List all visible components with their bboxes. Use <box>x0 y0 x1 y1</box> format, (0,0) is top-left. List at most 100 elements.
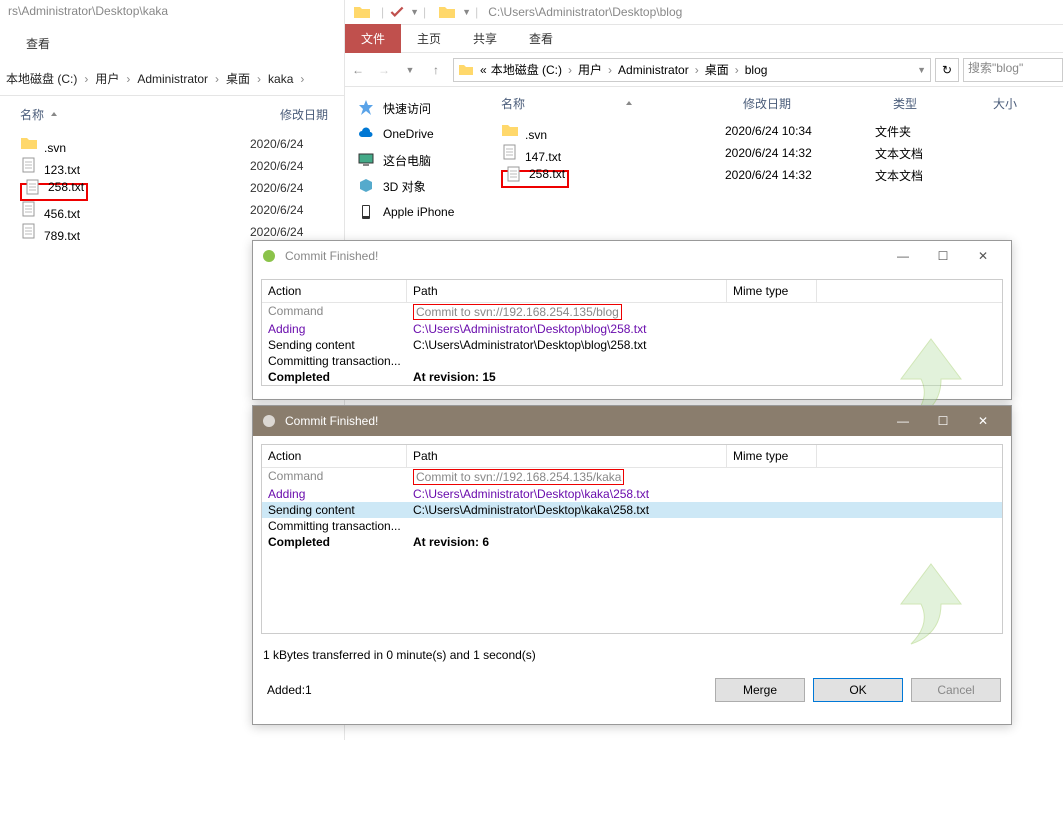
commit-dialog-blog: Commit Finished! — ☐ ✕ Action Path Mime … <box>252 240 1012 400</box>
crumb[interactable]: kaka <box>268 72 293 86</box>
col-action[interactable]: Action <box>262 280 407 302</box>
file-row[interactable]: .svn2020/6/24 10:34文件夹 <box>493 120 1063 142</box>
maximize-button[interactable]: ☐ <box>923 243 963 269</box>
log-row[interactable]: AddingC:\Users\Administrator\Desktop\kak… <box>262 486 1002 502</box>
log-row[interactable]: Committing transaction... <box>262 518 1002 534</box>
address-bar[interactable]: « 本地磁盘 (C:)› 用户› Administrator› 桌面› blog… <box>453 58 931 82</box>
log-row[interactable]: CommandCommit to svn://192.168.254.135/b… <box>262 303 1002 321</box>
crumb[interactable]: Administrator <box>137 72 208 86</box>
document-icon <box>501 143 519 161</box>
crumb[interactable]: 桌面 <box>226 70 250 87</box>
log-action: Completed <box>262 534 407 550</box>
tab-file[interactable]: 文件 <box>345 24 401 53</box>
file-row[interactable]: 147.txt2020/6/24 14:32文本文档 <box>493 142 1063 164</box>
forward-button[interactable]: → <box>371 57 397 83</box>
col-action[interactable]: Action <box>262 445 407 467</box>
dialog-title-bar[interactable]: Commit Finished! — ☐ ✕ <box>253 406 1011 436</box>
minimize-button[interactable]: — <box>883 243 923 269</box>
dropdown-icon[interactable]: ▼ <box>917 65 926 75</box>
document-icon <box>20 156 38 174</box>
dropdown-icon[interactable]: ▼ <box>462 7 471 17</box>
maximize-button[interactable]: ☐ <box>923 408 963 434</box>
col-name[interactable]: 名称 <box>20 106 280 123</box>
folder-icon <box>20 134 38 152</box>
log-action: Adding <box>262 321 407 337</box>
col-mime[interactable]: Mime type <box>727 445 817 467</box>
log-row[interactable]: Sending contentC:\Users\Administrator\De… <box>262 502 1002 518</box>
col-size[interactable]: 大小 <box>993 95 1043 112</box>
button-row: Added:1 Merge OK Cancel <box>253 668 1011 712</box>
minimize-button[interactable]: — <box>883 408 923 434</box>
col-path[interactable]: Path <box>407 280 727 302</box>
sidebar-item[interactable]: Apple iPhone <box>349 199 489 225</box>
cloud-icon <box>357 125 375 143</box>
sidebar-label: Apple iPhone <box>383 205 454 219</box>
crumb[interactable]: 本地磁盘 (C:) <box>6 70 77 87</box>
breadcrumb[interactable]: 本地磁盘 (C:)› 用户› Administrator› 桌面› kaka› <box>0 62 344 96</box>
document-icon <box>20 222 38 240</box>
close-button[interactable]: ✕ <box>963 243 1003 269</box>
view-menu[interactable]: 查看 <box>0 25 344 62</box>
commit-dialog-kaka: Commit Finished! — ☐ ✕ Action Path Mime … <box>252 405 1012 725</box>
star-icon <box>357 99 375 117</box>
back-button[interactable]: ← <box>345 57 371 83</box>
file-row[interactable]: 123.txt2020/6/24 <box>20 155 324 177</box>
col-mime[interactable]: Mime type <box>727 280 817 302</box>
file-date: 2020/6/24 <box>250 203 303 217</box>
close-button[interactable]: ✕ <box>963 408 1003 434</box>
up-button[interactable]: ↑ <box>423 57 449 83</box>
col-date[interactable]: 修改日期 <box>743 95 893 112</box>
sort-up-icon <box>50 111 58 119</box>
ok-button[interactable]: OK <box>813 678 903 702</box>
col-type[interactable]: 类型 <box>893 95 993 112</box>
folder-icon <box>438 3 456 21</box>
tab-home[interactable]: 主页 <box>401 24 457 53</box>
file-name: 258.txt <box>48 178 84 194</box>
file-type: 文本文档 <box>875 167 975 184</box>
file-name: 147.txt <box>525 150 561 164</box>
col-path[interactable]: Path <box>407 445 727 467</box>
file-list: .svn2020/6/24123.txt2020/6/24258.txt2020… <box>0 133 344 243</box>
file-row[interactable]: .svn2020/6/24 <box>20 133 324 155</box>
file-name: 456.txt <box>44 207 80 221</box>
log-path: Commit to svn://192.168.254.135/blog <box>407 303 857 321</box>
sidebar-item[interactable]: 快速访问 <box>349 95 489 121</box>
tab-view[interactable]: 查看 <box>513 24 569 53</box>
upload-arrow-icon <box>881 554 981 654</box>
cube-icon <box>357 177 375 195</box>
sidebar-item[interactable]: 这台电脑 <box>349 147 489 173</box>
log-row[interactable]: CompletedAt revision: 6 <box>262 534 1002 550</box>
log-path: C:\Users\Administrator\Desktop\kaka\258.… <box>407 486 857 502</box>
phone-icon <box>357 203 375 221</box>
col-name[interactable]: 名称 <box>493 95 743 112</box>
dropdown-icon[interactable]: ▼ <box>410 7 419 17</box>
tab-share[interactable]: 共享 <box>457 24 513 53</box>
recent-dropdown[interactable]: ▼ <box>397 57 423 83</box>
file-date: 2020/6/24 <box>250 159 303 173</box>
file-date: 2020/6/24 <box>250 225 303 239</box>
merge-button[interactable]: Merge <box>715 678 805 702</box>
sidebar-label: 这台电脑 <box>383 152 431 169</box>
window-title: rs\Administrator\Desktop\kaka <box>0 0 344 25</box>
file-row[interactable]: 456.txt 2020/6/24 <box>20 199 324 221</box>
column-headers: 名称 修改日期 类型 大小 <box>493 87 1063 120</box>
file-type: 文件夹 <box>875 123 975 140</box>
file-row[interactable]: 258.txt2020/6/24 <box>20 177 324 199</box>
checkmark-icon[interactable] <box>388 3 406 21</box>
dialog-title-bar[interactable]: Commit Finished! — ☐ ✕ <box>253 241 1011 271</box>
document-icon <box>20 200 38 218</box>
added-count: Added:1 <box>263 683 707 697</box>
log-path: C:\Users\Administrator\Desktop\kaka\258.… <box>407 502 857 518</box>
log-row[interactable]: CommandCommit to svn://192.168.254.135/k… <box>262 468 1002 486</box>
log-action: Completed <box>262 369 407 385</box>
crumb[interactable]: 用户 <box>95 70 119 87</box>
cancel-button[interactable]: Cancel <box>911 678 1001 702</box>
col-date[interactable]: 修改日期 <box>280 106 328 123</box>
title-bar: | ▼ | ▼ | C:\Users\Administrator\Desktop… <box>345 0 1063 25</box>
file-row[interactable]: 258.txt2020/6/24 14:32文本文档 <box>493 164 1063 186</box>
sidebar-item[interactable]: 3D 对象 <box>349 173 489 199</box>
sidebar-item[interactable]: OneDrive <box>349 121 489 147</box>
search-input[interactable]: 搜索"blog" <box>963 58 1063 82</box>
refresh-button[interactable]: ↻ <box>935 58 959 82</box>
tortoise-icon <box>261 413 277 429</box>
